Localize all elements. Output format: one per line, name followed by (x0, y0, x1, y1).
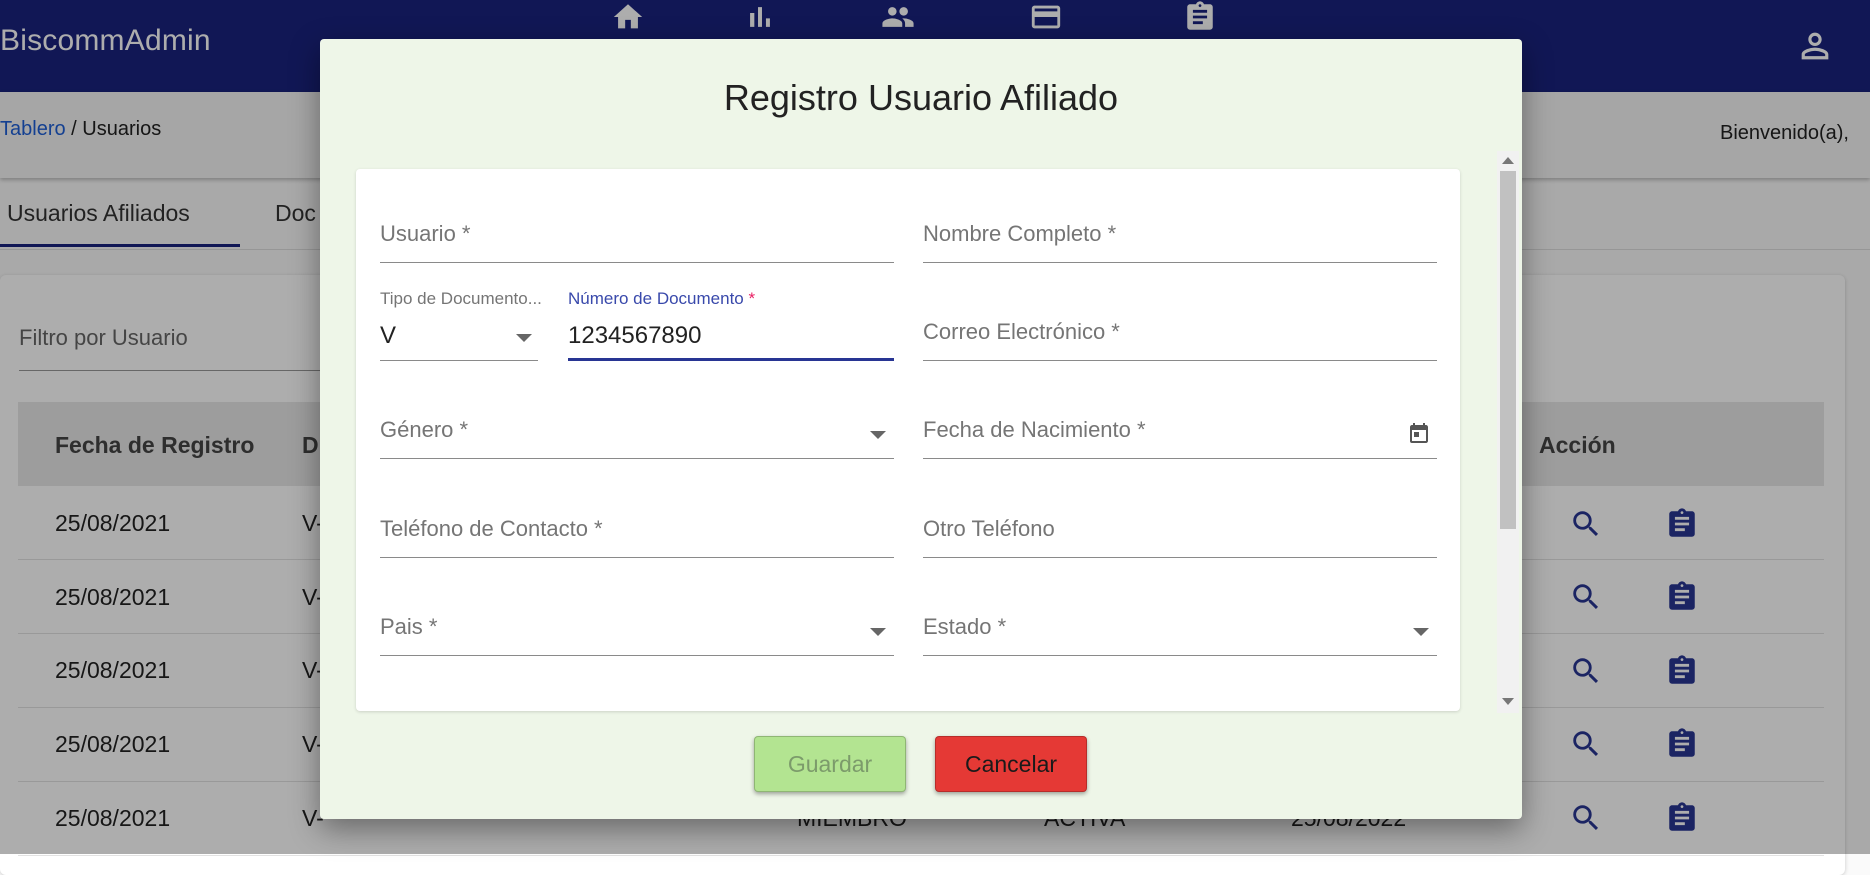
form-panel: Usuario * Nombre Completo * Tipo de Docu… (356, 169, 1460, 711)
nombre-completo-field[interactable]: Nombre Completo * (923, 209, 1437, 263)
scroll-thumb[interactable] (1500, 171, 1516, 529)
register-affiliate-dialog: Registro Usuario Afiliado Usuario * Nomb… (320, 39, 1522, 819)
chevron-down-icon (870, 431, 886, 439)
required-star: * (748, 289, 756, 308)
pais-label: Pais * (380, 614, 438, 639)
genero-label: Género * (380, 417, 469, 442)
correo-field[interactable]: Correo Electrónico * (923, 307, 1437, 361)
chevron-down-icon (870, 628, 886, 636)
numero-documento-field[interactable]: Número de Documento * 1234567890 (568, 289, 894, 361)
nombre-completo-label: Nombre Completo * (923, 221, 1117, 246)
scroll-up-arrow-icon[interactable] (1502, 157, 1514, 164)
scroll-down-arrow-icon[interactable] (1502, 698, 1514, 705)
telefono-contacto-label: Teléfono de Contacto * (380, 516, 603, 541)
numero-documento-label-text: Número de Documento (568, 289, 744, 308)
otro-telefono-label: Otro Teléfono (923, 516, 1055, 541)
telefono-contacto-field[interactable]: Teléfono de Contacto * (380, 504, 894, 558)
correo-label: Correo Electrónico * (923, 319, 1120, 344)
otro-telefono-field[interactable]: Otro Teléfono (923, 504, 1437, 558)
dialog-title: Registro Usuario Afiliado (723, 77, 1119, 118)
cancel-button[interactable]: Cancelar (935, 736, 1087, 792)
estado-label: Estado * (923, 614, 1007, 639)
tipo-documento-value: V (380, 322, 397, 349)
pais-select[interactable]: Pais * (380, 602, 894, 656)
usuario-field[interactable]: Usuario * (380, 209, 894, 263)
genero-select[interactable]: Género * (380, 405, 894, 459)
form-scrollbar[interactable] (1497, 151, 1519, 713)
numero-documento-value: 1234567890 (568, 322, 702, 349)
chevron-down-icon (516, 334, 532, 342)
fecha-nacimiento-label: Fecha de Nacimiento * (923, 417, 1146, 442)
numero-documento-label: Número de Documento * (568, 289, 755, 309)
tipo-documento-select[interactable]: Tipo de Documento... V (380, 289, 542, 361)
calendar-icon[interactable] (1407, 421, 1431, 445)
focus-underline (568, 358, 894, 361)
save-button[interactable]: Guardar (754, 736, 906, 792)
usuario-label: Usuario * (380, 221, 471, 246)
fecha-nacimiento-field[interactable]: Fecha de Nacimiento * (923, 405, 1437, 459)
estado-select[interactable]: Estado * (923, 602, 1437, 656)
chevron-down-icon (1413, 628, 1429, 636)
tipo-documento-label: Tipo de Documento... (380, 289, 542, 308)
